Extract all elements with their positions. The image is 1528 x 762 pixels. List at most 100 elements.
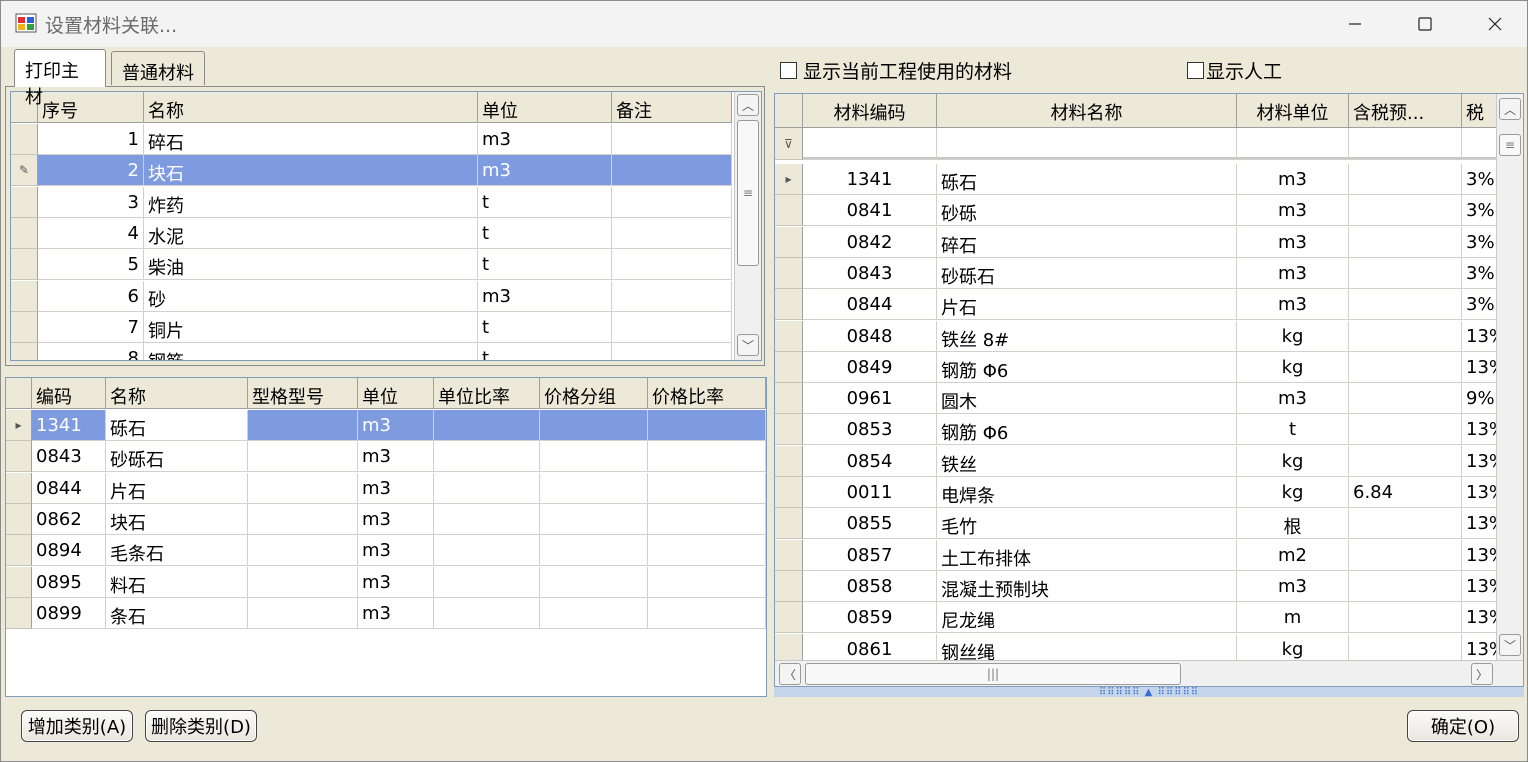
cell-code[interactable]: 0895 xyxy=(32,566,106,598)
cell-material-code[interactable]: 0857 xyxy=(803,539,937,571)
show-labor-checkbox[interactable]: 显示人工 xyxy=(1187,57,1282,84)
row-header[interactable] xyxy=(775,195,803,227)
row-header[interactable] xyxy=(11,217,38,249)
cell-spec[interactable] xyxy=(248,472,358,504)
cell-spec[interactable] xyxy=(248,503,358,535)
cell-material-name[interactable]: 砾石 xyxy=(937,164,1237,195)
cell-material-name[interactable]: 尼龙绳 xyxy=(937,602,1237,634)
cell-note[interactable] xyxy=(612,155,732,187)
cell-material-unit[interactable]: kg xyxy=(1237,351,1349,383)
filter-unit-cell[interactable] xyxy=(1237,128,1349,160)
cell-name[interactable]: 料石 xyxy=(106,566,248,598)
filter-name-cell[interactable] xyxy=(937,128,1237,160)
cell-note[interactable] xyxy=(612,217,732,249)
ok-button[interactable]: 确定(O) xyxy=(1407,710,1519,742)
table-row[interactable]: 0857 土工布排体 m2 13% xyxy=(775,539,1522,571)
row-header[interactable]: ▸ xyxy=(6,410,32,441)
row-header[interactable] xyxy=(6,472,32,504)
cell-unit[interactable]: m3 xyxy=(478,155,612,187)
cell-name[interactable]: 炸药 xyxy=(144,186,478,218)
table-row[interactable]: 0844 片石 m3 3% xyxy=(775,289,1522,321)
material-vertical-scrollbar[interactable]: ︿ ≡ ﹀ xyxy=(1496,94,1523,660)
cell-name[interactable]: 碎石 xyxy=(144,124,478,155)
linked-material-grid[interactable]: 编码 名称 型格型号 单位 单位比率 价格分组 价格比率 ▸ 1341 砾石 m3 08… xyxy=(5,377,767,697)
splitter-handle[interactable]: ⠿⠿⠿⠿⠿ ▲ ⠿⠿⠿⠿⠿ xyxy=(774,687,1524,698)
cell-tax-price[interactable] xyxy=(1349,164,1462,195)
cell-spec[interactable] xyxy=(248,597,358,629)
cell-price-ratio[interactable] xyxy=(648,566,766,598)
scroll-thumb[interactable]: ≡ xyxy=(1499,134,1521,156)
cell-material-unit[interactable]: kg xyxy=(1237,320,1349,352)
cell-code[interactable]: 0899 xyxy=(32,597,106,629)
cell-unit-ratio[interactable] xyxy=(434,597,540,629)
col-header-unit-ratio[interactable]: 单位比率 xyxy=(434,378,540,409)
cell-material-code[interactable]: 0843 xyxy=(803,257,937,289)
table-row[interactable]: 0862 块石 m3 xyxy=(6,503,766,535)
title-bar[interactable]: 设置材料关联... xyxy=(1,1,1527,47)
col-header-unit[interactable]: 单位 xyxy=(358,378,434,409)
scroll-up-button[interactable]: ︿ xyxy=(1499,98,1521,120)
cell-unit[interactable]: m3 xyxy=(358,566,434,598)
cell-name[interactable]: 毛条石 xyxy=(106,535,248,567)
cell-name[interactable]: 砂 xyxy=(144,280,478,312)
cell-material-name[interactable]: 片石 xyxy=(937,289,1237,321)
cell-tax-price[interactable] xyxy=(1349,445,1462,477)
cell-material-unit[interactable]: 根 xyxy=(1237,508,1349,540)
table-row[interactable]: ▸ 1341 砾石 m3 3% xyxy=(775,164,1522,195)
row-header[interactable] xyxy=(11,124,38,155)
scroll-down-button[interactable]: ﹀ xyxy=(737,334,759,356)
row-header[interactable]: ✎ xyxy=(11,155,38,187)
horizontal-scroll-thumb[interactable]: ||| xyxy=(805,663,1181,685)
table-row[interactable]: 0894 毛条石 m3 xyxy=(6,535,766,567)
table-row[interactable]: 0849 钢筋 Φ6 kg 13% xyxy=(775,351,1522,383)
row-header[interactable] xyxy=(775,477,803,508)
cell-note[interactable] xyxy=(612,249,732,281)
cell-no[interactable]: 7 xyxy=(38,311,144,343)
cell-note[interactable] xyxy=(612,311,732,343)
scroll-right-button[interactable]: 〉 xyxy=(1471,663,1493,685)
cell-unit-ratio[interactable] xyxy=(434,472,540,504)
cell-note[interactable] xyxy=(612,280,732,312)
cell-tax-price[interactable] xyxy=(1349,351,1462,383)
table-row[interactable]: ✎ 2 块石 m3 xyxy=(11,155,732,187)
table-row[interactable]: 0841 砂砾 m3 3% xyxy=(775,195,1522,227)
cell-unit[interactable]: t xyxy=(478,186,612,218)
cell-unit[interactable]: m3 xyxy=(358,472,434,504)
cell-material-name[interactable]: 碎石 xyxy=(937,226,1237,258)
cell-material-unit[interactable]: m3 xyxy=(1237,226,1349,258)
row-header[interactable] xyxy=(6,441,32,473)
row-header[interactable] xyxy=(775,320,803,352)
cell-unit[interactable]: t xyxy=(478,249,612,281)
row-header[interactable] xyxy=(6,597,32,629)
cell-unit-ratio[interactable] xyxy=(434,441,540,473)
cell-name[interactable]: 铜片 xyxy=(144,311,478,343)
cell-code[interactable]: 0844 xyxy=(32,472,106,504)
cell-material-code[interactable]: 0855 xyxy=(803,508,937,540)
row-header[interactable] xyxy=(6,535,32,567)
tab-common-material[interactable]: 普通材料 xyxy=(111,51,205,85)
cell-name[interactable]: 片石 xyxy=(106,472,248,504)
cell-tax-price[interactable] xyxy=(1349,539,1462,571)
table-row[interactable]: 0859 尼龙绳 m 13% xyxy=(775,602,1522,634)
cell-material-name[interactable]: 砂砾石 xyxy=(937,257,1237,289)
cell-material-code[interactable]: 0854 xyxy=(803,445,937,477)
cell-material-name[interactable]: 电焊条 xyxy=(937,477,1237,508)
cell-price-group[interactable] xyxy=(540,441,648,473)
cell-spec[interactable] xyxy=(248,441,358,473)
cell-material-unit[interactable]: t xyxy=(1237,414,1349,446)
row-header[interactable] xyxy=(11,311,38,343)
cell-price-group[interactable] xyxy=(540,503,648,535)
cell-unit-ratio[interactable] xyxy=(434,535,540,567)
cell-material-name[interactable]: 铁丝 xyxy=(937,445,1237,477)
col-header-material-code[interactable]: 材料编码 xyxy=(803,94,937,128)
cell-no[interactable]: 4 xyxy=(38,217,144,249)
cell-code[interactable]: 0843 xyxy=(32,441,106,473)
col-header-material-name[interactable]: 材料名称 xyxy=(937,94,1237,128)
table-row[interactable]: 4 水泥 t xyxy=(11,217,732,249)
cell-no[interactable]: 5 xyxy=(38,249,144,281)
row-header[interactable] xyxy=(11,343,38,360)
cell-price-ratio[interactable] xyxy=(648,597,766,629)
table-row[interactable]: 0961 圆木 m3 9% xyxy=(775,383,1522,415)
col-header-note[interactable]: 备注 xyxy=(612,92,732,123)
cell-name[interactable]: 钢筋 xyxy=(144,343,478,360)
